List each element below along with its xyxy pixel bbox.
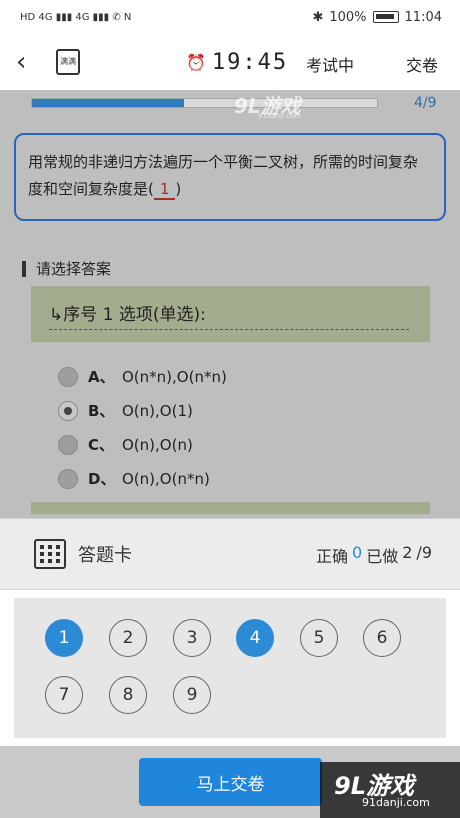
radio-selected-icon[interactable] [58, 400, 78, 421]
progress-count: 4/9 [414, 95, 437, 111]
question-text: 用常规的非递归方法遍历一个平衡二叉树，所需的时间复杂度和空间复杂度是( [28, 153, 419, 198]
timer-group: ⏰ 19:45 [186, 50, 288, 75]
question-close: ) [175, 180, 182, 198]
heading-bar-icon [22, 260, 26, 277]
radio-icon[interactable] [58, 434, 78, 455]
radio-icon[interactable] [58, 366, 78, 387]
exam-header: ‹ 满满 ⏰ 19:45 考试中 交卷 [0, 34, 460, 90]
option-letter: A、 [88, 368, 115, 386]
option-text: O(n),O(n*n) [122, 469, 210, 488]
done-count: 2 [402, 543, 413, 562]
radio-icon[interactable] [58, 468, 78, 489]
option-b[interactable]: B、 O(n),O(1) [58, 400, 193, 421]
section-title: 请选择答案 [36, 260, 112, 278]
option-text: O(n),O(1) [122, 401, 193, 420]
option-letter: D、 [88, 470, 116, 488]
status-right: ✱ 100% 11:04 [312, 10, 442, 25]
question-number-2[interactable]: 2 [109, 619, 147, 657]
option-letter: C、 [88, 436, 115, 454]
bluetooth-icon: ✱ [312, 9, 324, 25]
total-count: /9 [416, 543, 432, 562]
correct-label: 正确 [316, 547, 349, 566]
answer-card-bar[interactable]: 答题卡 正确 0 已做 2 /9 [0, 518, 460, 590]
back-button[interactable]: ‹ [16, 48, 40, 76]
countdown-timer: 19:45 [211, 50, 289, 75]
question-number-4[interactable]: 4 [236, 619, 274, 657]
option-d[interactable]: D、 O(n),O(n*n) [58, 468, 210, 489]
watermark-url: 91danji.com [258, 112, 302, 120]
submit-now-button[interactable]: 马上交卷 [139, 758, 322, 806]
question-number-5[interactable]: 5 [300, 619, 338, 657]
next-panel-strip [31, 502, 430, 514]
question-blank: 1 [153, 180, 176, 200]
clock-time: 11:04 [404, 9, 442, 25]
option-text: O(n),O(n) [122, 435, 193, 454]
answer-card-icon [34, 539, 66, 569]
option-a[interactable]: A、 O(n*n),O(n*n) [58, 366, 227, 387]
exam-status: 考试中 [306, 56, 355, 75]
question-number-9[interactable]: 9 [173, 676, 211, 714]
question-area: 9L游戏 91danji.com 4/9 用常规的非递归方法遍历一个平衡二叉树，… [0, 90, 460, 518]
bottom-bar: 马上交卷 9L游戏 91danji.com [0, 746, 460, 818]
question-box: 用常规的非递归方法遍历一个平衡二叉树，所需的时间复杂度和空间复杂度是(1) [14, 133, 446, 221]
alarm-clock-icon: ⏰ [186, 53, 206, 72]
question-number-grid: 1 2 3 4 5 6 7 8 9 [14, 598, 446, 738]
battery-icon [372, 11, 399, 23]
network-indicators: HD 4G ▮▮▮ 4G ▮▮▮ ✆ N [20, 11, 132, 23]
corner-watermark-url: 91danji.com [362, 796, 430, 809]
progress-fill [32, 99, 184, 107]
question-number-1[interactable]: 1 [45, 619, 83, 657]
answer-stats: 正确 0 已做 2 /9 [316, 543, 432, 567]
choose-answer-heading: 请选择答案 [22, 258, 111, 279]
option-header-panel: ↳序号 1 选项(单选): [31, 286, 430, 342]
exam-logo-icon: 满满 [56, 49, 80, 75]
submit-exam-link[interactable]: 交卷 [406, 52, 438, 76]
corner-watermark: 9L游戏 91danji.com [320, 762, 460, 818]
done-label: 已做 [366, 547, 399, 566]
battery-percent: 100% [329, 9, 367, 25]
option-c[interactable]: C、 O(n),O(n) [58, 434, 193, 455]
answer-card-label: 答题卡 [78, 545, 132, 566]
option-letter: B、 [88, 402, 115, 420]
question-number-3[interactable]: 3 [173, 619, 211, 657]
correct-count: 0 [352, 543, 363, 562]
progress-bar [31, 98, 378, 108]
option-header: ↳序号 1 选项(单选): [49, 300, 409, 330]
status-bar: HD 4G ▮▮▮ 4G ▮▮▮ ✆ N ✱ 100% 11:04 [0, 0, 460, 34]
option-text: O(n*n),O(n*n) [122, 367, 227, 386]
question-number-8[interactable]: 8 [109, 676, 147, 714]
question-number-7[interactable]: 7 [45, 676, 83, 714]
question-number-6[interactable]: 6 [363, 619, 401, 657]
question-number-panel: 1 2 3 4 5 6 7 8 9 [0, 590, 460, 746]
